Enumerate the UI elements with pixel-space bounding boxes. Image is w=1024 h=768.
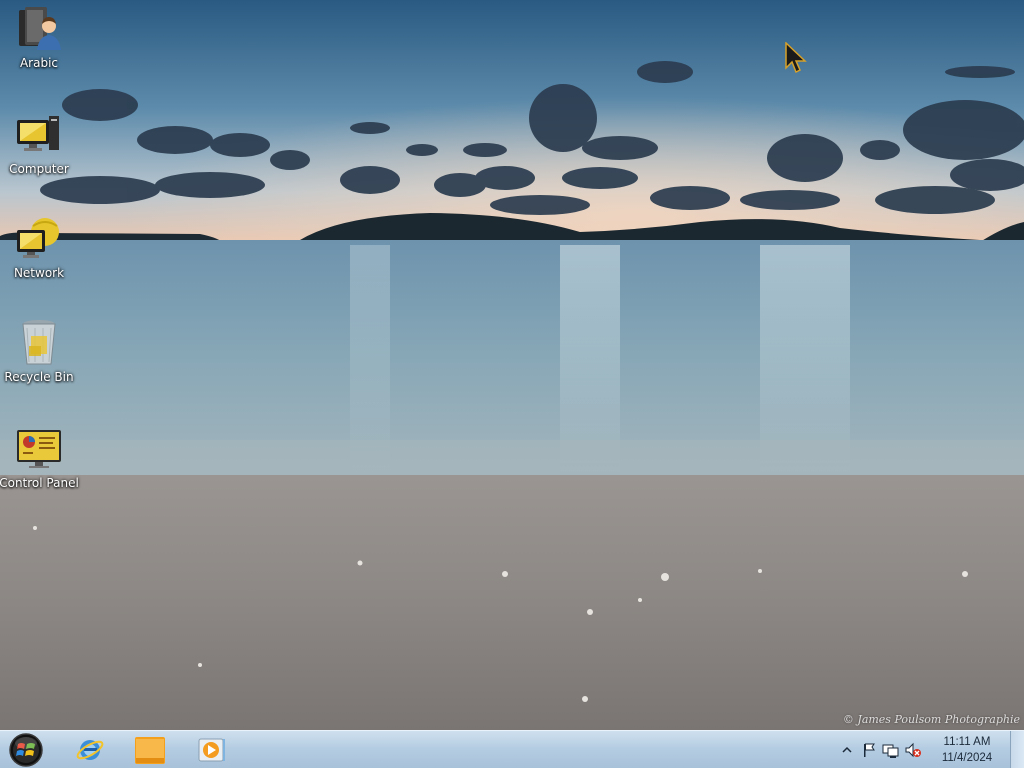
desktop-icon-computer[interactable]: Computer — [2, 110, 76, 200]
volume-muted-icon[interactable] — [904, 741, 922, 759]
photo-watermark: © James Poulsom Photographie — [842, 713, 1020, 726]
control-panel-icon — [15, 424, 63, 472]
desktop-icon-arabic[interactable]: Arabic — [2, 4, 76, 94]
clock-time: 11:11 AM — [943, 736, 991, 748]
start-button[interactable] — [6, 732, 46, 768]
desktop-icon-label: Arabic — [19, 56, 59, 70]
show-desktop-button[interactable] — [1010, 731, 1024, 768]
network-status-icon[interactable] — [882, 741, 900, 759]
folder-icon — [135, 737, 165, 764]
system-tray: 11:11 AM 11/4/2024 — [836, 731, 1002, 768]
network-icon — [15, 214, 63, 262]
user-folder-icon — [15, 4, 63, 52]
clock-date: 11/4/2024 — [941, 752, 993, 764]
taskbar: 11:11 AM 11/4/2024 — [0, 730, 1024, 768]
desktop-wallpaper[interactable] — [0, 0, 1024, 730]
mouse-cursor-icon — [784, 41, 810, 74]
desktop-icon-label: Control Panel — [0, 476, 79, 490]
recycle-bin-icon — [15, 318, 63, 366]
action-center-flag-icon[interactable] — [860, 741, 878, 759]
taskbar-internet-explorer-button[interactable] — [62, 733, 118, 767]
desktop-icon-recycle-bin[interactable]: Recycle Bin — [2, 318, 76, 408]
desktop-icon-label: Recycle Bin — [4, 370, 74, 384]
taskbar-media-player-button[interactable] — [184, 733, 240, 767]
media-player-icon — [198, 738, 225, 762]
show-hidden-icons-icon[interactable] — [838, 741, 856, 759]
taskbar-clock[interactable]: 11:11 AM 11/4/2024 — [932, 734, 1002, 766]
desktop-icon-network[interactable]: Network — [2, 214, 76, 304]
desktop-icon-label: Network — [13, 266, 65, 280]
internet-explorer-icon — [76, 740, 104, 760]
taskbar-windows-explorer-button[interactable] — [122, 733, 178, 767]
desktop-icon-control-panel[interactable]: Control Panel — [0, 424, 79, 514]
desktop-icon-label: Computer — [9, 162, 69, 176]
computer-icon — [15, 110, 63, 158]
start-orb-icon — [9, 733, 43, 767]
